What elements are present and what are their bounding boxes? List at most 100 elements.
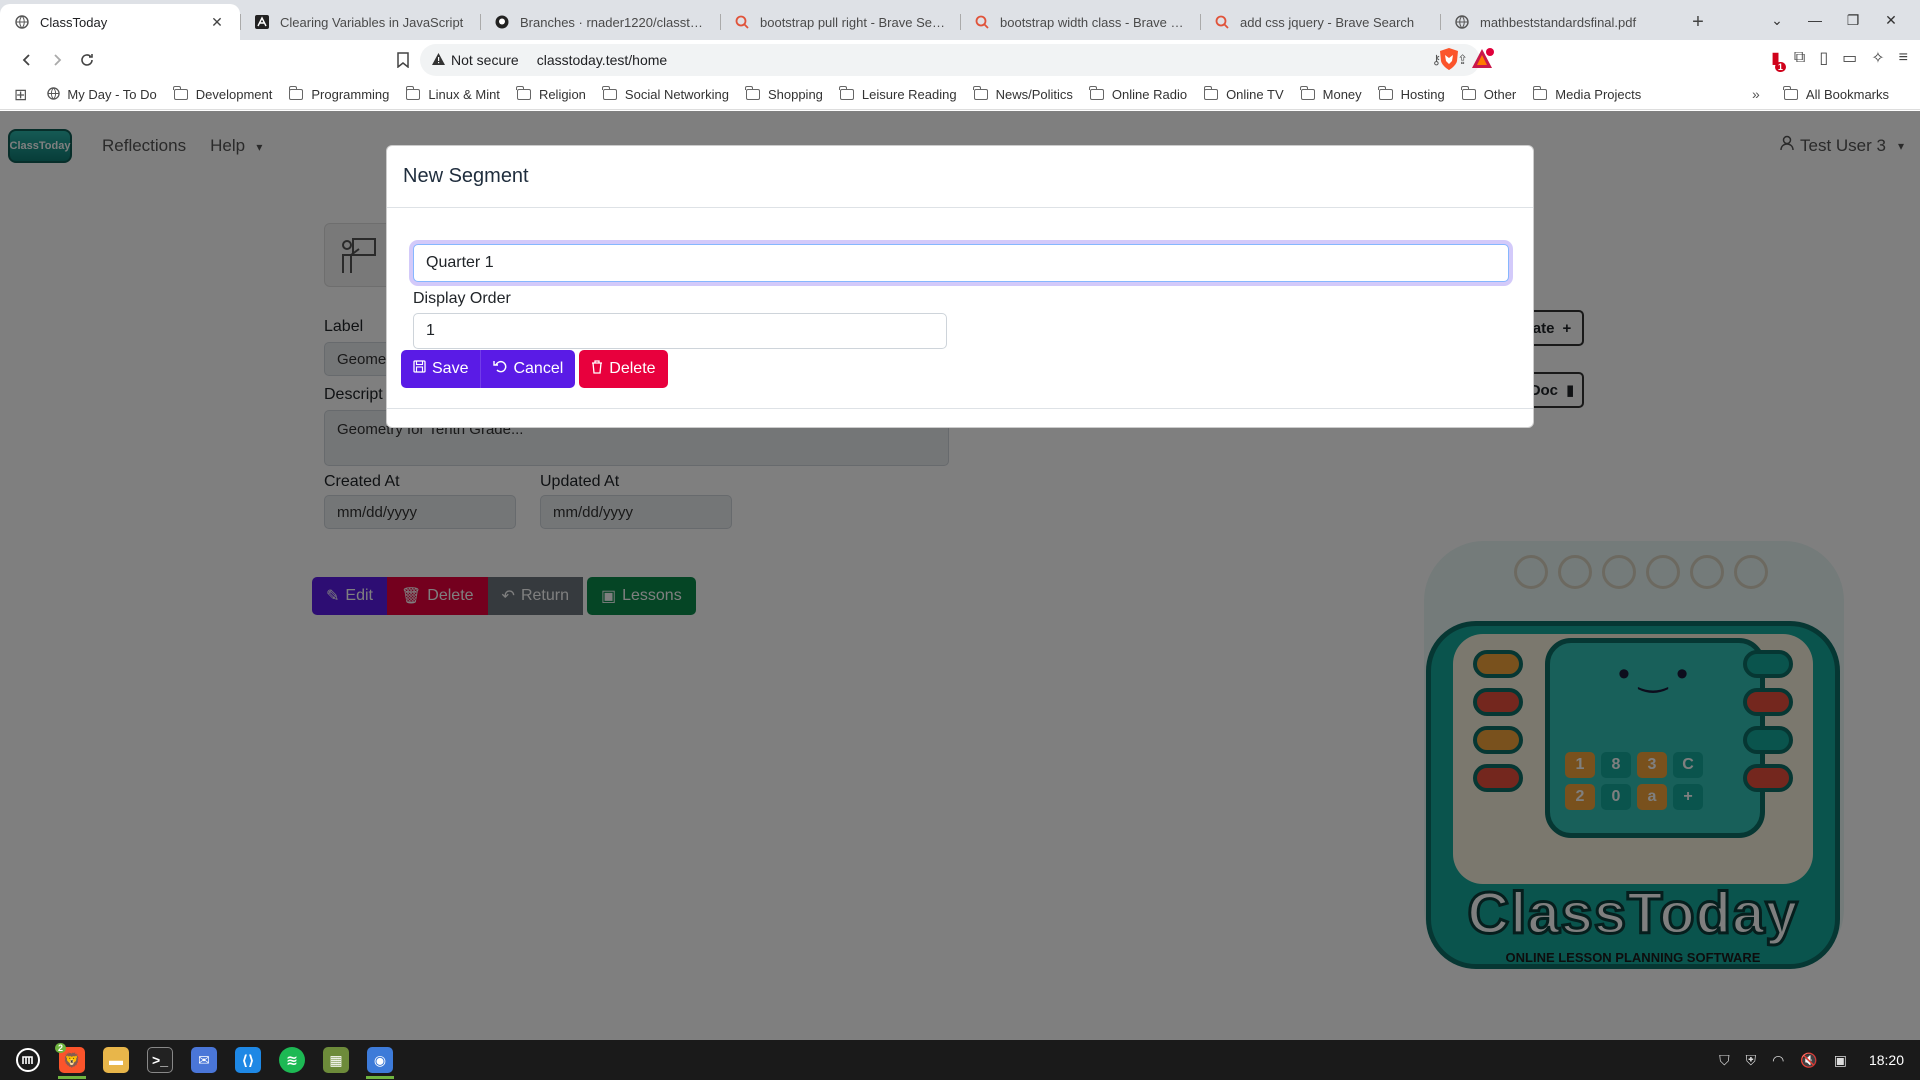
screenshot-icon[interactable]: ◉	[360, 1040, 400, 1080]
new-tab-button[interactable]: +	[1680, 4, 1716, 40]
tab-math-standards-pdf[interactable]: mathbeststandardsfinal.pdf	[1440, 4, 1680, 40]
sidebar-icon[interactable]: ▯	[1819, 48, 1828, 68]
forward-arrow-icon[interactable]	[42, 45, 72, 75]
bookmark-folder-hosting[interactable]: Hosting	[1378, 86, 1445, 102]
segment-name-input[interactable]	[413, 244, 1509, 282]
url-text[interactable]: classtoday.test/home	[537, 52, 667, 68]
bookmark-folder-money[interactable]: Money	[1300, 86, 1362, 102]
tab-bootstrap-pull-right[interactable]: bootstrap pull right - Brave Search	[720, 4, 960, 40]
bookmark-label: All Bookmarks	[1805, 87, 1889, 102]
bookmark-my-day[interactable]: My Day - To Do	[47, 86, 157, 103]
display-order-input[interactable]	[413, 313, 947, 349]
leo-ai-icon[interactable]: ✧	[1871, 48, 1884, 68]
mint-menu-icon[interactable]	[8, 1040, 48, 1080]
bookmark-label: Shopping	[767, 87, 823, 102]
warning-triangle-icon[interactable]	[432, 52, 445, 68]
bookmark-folder-religion[interactable]: Religion	[516, 86, 586, 102]
apps-grid-icon[interactable]: ⊞	[14, 85, 27, 105]
tab-clearing-variables[interactable]: Clearing Variables in JavaScript	[240, 4, 480, 40]
globe-icon	[14, 14, 30, 30]
network-icon[interactable]: ▣	[1834, 1052, 1847, 1069]
brave-search-icon	[734, 14, 750, 30]
menu-icon[interactable]: ≡	[1899, 49, 1908, 67]
all-bookmarks-folder[interactable]: All Bookmarks	[1783, 86, 1889, 102]
delete-button-label: Delete	[609, 360, 656, 377]
browser-tab-strip: ClassToday ✕ Clearing Variables in JavaS…	[0, 0, 1920, 40]
window-controls: ⌄ — ❐ ✕	[1760, 0, 1920, 40]
bookmark-label: Money	[1322, 87, 1362, 102]
extension-icon[interactable]: ▮ 1	[1771, 48, 1786, 72]
a-logo-icon	[254, 14, 270, 30]
save-button[interactable]: Save	[401, 350, 481, 388]
minimize-icon[interactable]: —	[1798, 12, 1832, 28]
brave-search-icon	[1214, 14, 1230, 30]
update-manager-icon[interactable]: ⛉	[1719, 1052, 1730, 1069]
vscode-icon[interactable]: ⟨⟩	[228, 1040, 268, 1080]
tab-label: bootstrap width class - Brave Search	[1000, 14, 1186, 30]
bookmark-folder-linux-mint[interactable]: Linux & Mint	[405, 86, 500, 102]
cancel-button-label: Cancel	[513, 360, 564, 377]
bookmark-folder-media-projects[interactable]: Media Projects	[1532, 86, 1641, 102]
tab-classtoday[interactable]: ClassToday ✕	[0, 4, 240, 40]
tab-label: Branches · rnader1220/classtoday	[520, 14, 706, 30]
folder-icon	[1378, 86, 1393, 100]
tab-github-branches[interactable]: Branches · rnader1220/classtoday	[480, 4, 720, 40]
bookmark-folder-online-radio[interactable]: Online Radio	[1089, 86, 1187, 102]
close-icon[interactable]: ✕	[208, 14, 226, 31]
bookmark-folder-news-politics[interactable]: News/Politics	[973, 86, 1073, 102]
wifi-icon[interactable]: ◠	[1772, 1052, 1784, 1069]
bookmark-label: Hosting	[1400, 87, 1445, 102]
tab-bootstrap-width[interactable]: bootstrap width class - Brave Search	[960, 4, 1200, 40]
shield-icon[interactable]: ⛨	[1746, 1052, 1757, 1069]
bookmark-folder-online-tv[interactable]: Online TV	[1203, 86, 1284, 102]
brave-browser-icon[interactable]: 🦁 2	[52, 1040, 92, 1080]
bookmarks-bar: ⊞ My Day - To Do Development Programming…	[0, 80, 1920, 110]
browser-toolbar: Not secure classtoday.test/home ⚷ ⇪ ▮ 1 ⧉…	[0, 40, 1920, 80]
bookmark-label: Other	[1483, 87, 1517, 102]
folder-icon	[288, 86, 304, 100]
delete-segment-button[interactable]: Delete	[579, 350, 668, 388]
undo-icon	[493, 360, 507, 378]
tab-add-css-jquery[interactable]: add css jquery - Brave Search	[1200, 4, 1440, 40]
folder-icon	[973, 86, 988, 100]
bookmark-folder-other[interactable]: Other	[1461, 86, 1517, 102]
bookmark-icon[interactable]	[388, 45, 418, 75]
folder-icon	[516, 86, 531, 100]
maximize-icon[interactable]: ❐	[1836, 12, 1870, 29]
tab-search-chevron-icon[interactable]: ⌄	[1760, 12, 1794, 29]
address-bar[interactable]: Not secure classtoday.test/home ⚷ ⇪	[420, 44, 1480, 76]
terminal-icon[interactable]: >_	[140, 1040, 180, 1080]
mail-icon[interactable]: ✉	[184, 1040, 224, 1080]
bookmark-folder-leisure-reading[interactable]: Leisure Reading	[839, 86, 957, 102]
bookmark-label: Social Networking	[624, 87, 729, 102]
spotify-icon[interactable]: ≋	[272, 1040, 312, 1080]
bookmark-label: My Day - To Do	[67, 87, 157, 102]
bookmark-folder-development[interactable]: Development	[173, 86, 272, 102]
folder-icon	[405, 86, 421, 100]
wallet-icon[interactable]: ▭	[1842, 48, 1857, 68]
files-icon[interactable]: ▬	[96, 1040, 136, 1080]
minecraft-icon[interactable]: ▦	[316, 1040, 356, 1080]
floppy-disk-icon	[413, 360, 426, 378]
volume-muted-icon[interactable]: 🔇	[1800, 1052, 1817, 1069]
modal-footer	[387, 408, 1533, 409]
save-button-label: Save	[432, 360, 469, 377]
bookmark-folder-social-networking[interactable]: Social Networking	[602, 86, 729, 102]
tab-label: bootstrap pull right - Brave Search	[760, 14, 946, 30]
folder-icon	[1300, 86, 1315, 100]
bookmark-folder-programming[interactable]: Programming	[288, 86, 389, 102]
cancel-button[interactable]: Cancel	[480, 350, 576, 388]
bookmark-label: Leisure Reading	[861, 87, 957, 102]
window-close-icon[interactable]: ✕	[1874, 12, 1908, 29]
folder-icon	[839, 86, 854, 100]
security-status[interactable]: Not secure	[451, 52, 519, 68]
bookmarks-overflow-icon[interactable]: »	[1752, 86, 1760, 102]
brave-shield-icon[interactable]	[1438, 47, 1462, 73]
brave-rewards-icon[interactable]	[1470, 47, 1496, 73]
puzzle-icon[interactable]: ⧉	[1794, 49, 1805, 67]
bookmark-label: Linux & Mint	[428, 87, 500, 102]
bookmark-folder-shopping[interactable]: Shopping	[745, 86, 823, 102]
clock[interactable]: 18:20	[1869, 1052, 1904, 1068]
reload-icon[interactable]	[72, 45, 102, 75]
back-arrow-icon[interactable]	[12, 45, 42, 75]
